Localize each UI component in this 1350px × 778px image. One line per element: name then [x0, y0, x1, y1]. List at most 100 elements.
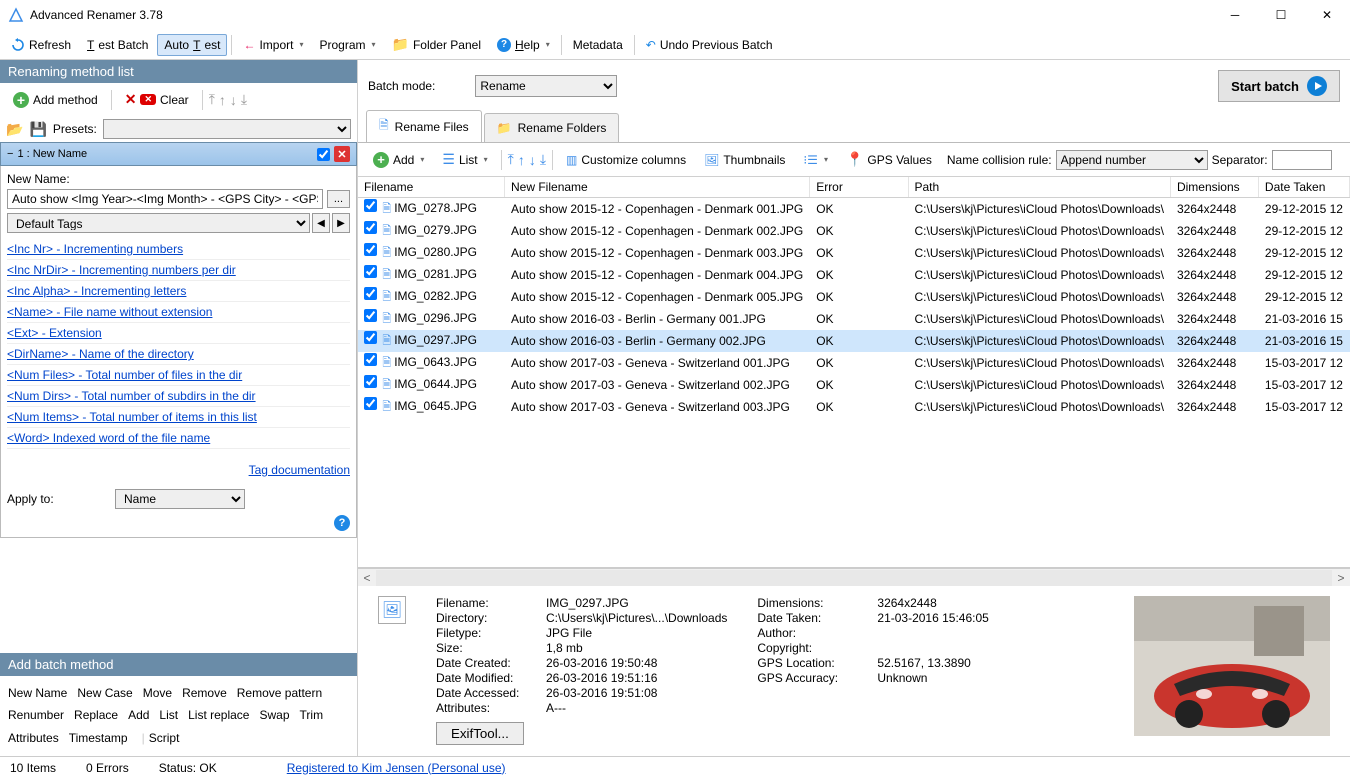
table-row[interactable]: 🗎IMG_0296.JPGAuto show 2016-03 - Berlin … [358, 308, 1350, 330]
batch-method-swap[interactable]: Swap [259, 708, 289, 722]
row-checkbox[interactable] [364, 265, 377, 278]
table-row[interactable]: 🗎IMG_0281.JPGAuto show 2015-12 - Copenha… [358, 264, 1350, 286]
row-checkbox[interactable] [364, 375, 377, 388]
table-row[interactable]: 🗎IMG_0297.JPGAuto show 2016-03 - Berlin … [358, 330, 1350, 352]
new-name-input[interactable] [7, 189, 323, 209]
tag-link[interactable]: <Name> - File name without extension [7, 302, 350, 323]
tag-link[interactable]: <Num Items> - Total number of items in t… [7, 407, 350, 428]
refresh-button[interactable]: Refresh [4, 34, 78, 56]
preset-select[interactable] [103, 119, 351, 139]
table-row[interactable]: 🗎IMG_0278.JPGAuto show 2015-12 - Copenha… [358, 198, 1350, 221]
tag-prev-button[interactable]: ◀ [312, 213, 330, 233]
list-button[interactable]: ☰List▾ [435, 147, 494, 172]
ncr-select[interactable]: Append number [1056, 150, 1208, 170]
start-batch-button[interactable]: Start batch [1218, 70, 1340, 102]
row-checkbox[interactable] [364, 243, 377, 256]
batch-method-renumber[interactable]: Renumber [8, 708, 64, 722]
tag-link[interactable]: <Num Files> - Total number of files in t… [7, 365, 350, 386]
batch-method-new-case[interactable]: New Case [77, 686, 132, 700]
row-checkbox[interactable] [364, 199, 377, 212]
batch-method-add[interactable]: Add [128, 708, 149, 722]
auto-test-button[interactable]: Auto Test [157, 34, 227, 56]
add-method-button[interactable]: +Add method [6, 88, 105, 112]
help-button[interactable]: ?Help▾ [490, 34, 557, 56]
separator-input[interactable] [1272, 150, 1332, 170]
collapse-icon[interactable]: − [7, 148, 13, 160]
gps-values-button[interactable]: 📍GPS Values [839, 147, 939, 172]
add-files-button[interactable]: +Add▾ [366, 148, 431, 172]
table-row[interactable]: 🗎IMG_0280.JPGAuto show 2015-12 - Copenha… [358, 242, 1350, 264]
column-header[interactable]: Date Taken [1258, 177, 1349, 198]
row-checkbox[interactable] [364, 397, 377, 410]
batch-method-timestamp[interactable]: Timestamp [69, 731, 128, 745]
horizontal-scrollbar[interactable]: <> [358, 568, 1350, 586]
column-header[interactable]: Filename [358, 177, 505, 198]
test-batch-button[interactable]: Test Batch [80, 34, 155, 56]
tag-link[interactable]: <Num Dirs> - Total number of subdirs in … [7, 386, 350, 407]
move-bottom-button[interactable]: ⤓ [241, 91, 247, 108]
close-button[interactable]: ✕ [1304, 0, 1350, 30]
row-checkbox[interactable] [364, 353, 377, 366]
table-row[interactable]: 🗎IMG_0645.JPGAuto show 2017-03 - Geneva … [358, 396, 1350, 418]
move-top-button[interactable]: ⤒ [209, 91, 215, 108]
table-row[interactable]: 🗎IMG_0644.JPGAuto show 2017-03 - Geneva … [358, 374, 1350, 396]
column-header[interactable]: Path [908, 177, 1170, 198]
exiftool-button[interactable]: ExifTool... [436, 722, 524, 745]
batch-method-remove-pattern[interactable]: Remove pattern [237, 686, 322, 700]
tag-link[interactable]: <DirName> - Name of the directory [7, 344, 350, 365]
apply-to-select[interactable]: Name [115, 489, 245, 509]
batch-method-replace[interactable]: Replace [74, 708, 118, 722]
tag-link[interactable]: <Inc Alpha> - Incrementing letters [7, 281, 350, 302]
tag-link[interactable]: <Inc Nr> - Incrementing numbers [7, 239, 350, 260]
table-row[interactable]: 🗎IMG_0643.JPGAuto show 2017-03 - Geneva … [358, 352, 1350, 374]
batch-method-list[interactable]: List [159, 708, 178, 722]
batch-method-remove[interactable]: Remove [182, 686, 227, 700]
move-down-button[interactable]: ↓ [230, 92, 237, 108]
settings-button[interactable]: ⁝☰▾ [796, 149, 835, 171]
batch-method-attributes[interactable]: Attributes [8, 731, 59, 745]
customize-columns-button[interactable]: ▥Customize columns [559, 149, 693, 171]
minimize-button[interactable]: ─ [1212, 0, 1258, 30]
method-help-button[interactable]: ? [334, 515, 350, 531]
column-header[interactable]: Error [810, 177, 908, 198]
tag-link[interactable]: <Inc NrDir> - Incrementing numbers per d… [7, 260, 350, 281]
method-enable-checkbox[interactable] [317, 148, 330, 161]
column-header[interactable]: New Filename [505, 177, 810, 198]
tag-category-select[interactable]: Default Tags [7, 213, 310, 233]
clear-methods-button[interactable]: ✕✕Clear [118, 87, 196, 112]
new-name-browse-button[interactable]: ... [327, 190, 350, 208]
method-header[interactable]: − 1 : New Name ✕ [0, 142, 357, 166]
batch-method-script[interactable]: Script [149, 731, 180, 745]
metadata-button[interactable]: Metadata [566, 34, 630, 56]
batch-method-list-replace[interactable]: List replace [188, 708, 249, 722]
tag-next-button[interactable]: ▶ [332, 213, 350, 233]
batch-method-trim[interactable]: Trim [300, 708, 324, 722]
batch-method-move[interactable]: Move [143, 686, 172, 700]
undo-button[interactable]: ↶Undo Previous Batch [639, 34, 780, 56]
maximize-button[interactable]: ☐ [1258, 0, 1304, 30]
move-bottom-icon[interactable]: ⤓ [540, 151, 546, 168]
method-close-button[interactable]: ✕ [334, 146, 350, 162]
tab-rename-files[interactable]: 🗎Rename Files [366, 110, 482, 142]
import-button[interactable]: ←Import▾ [236, 34, 310, 56]
row-checkbox[interactable] [364, 331, 377, 344]
table-row[interactable]: 🗎IMG_0279.JPGAuto show 2015-12 - Copenha… [358, 220, 1350, 242]
open-preset-button[interactable]: 📂 [6, 121, 23, 138]
batch-method-new-name[interactable]: New Name [8, 686, 67, 700]
tag-documentation-link[interactable]: Tag documentation [249, 460, 350, 480]
row-checkbox[interactable] [364, 309, 377, 322]
tag-link[interactable]: <Word> Indexed word of the file name [7, 428, 350, 449]
table-row[interactable]: 🗎IMG_0282.JPGAuto show 2015-12 - Copenha… [358, 286, 1350, 308]
row-checkbox[interactable] [364, 287, 377, 300]
tag-link[interactable]: <Ext> - Extension [7, 323, 350, 344]
move-top-icon[interactable]: ⤒ [508, 151, 514, 168]
column-header[interactable]: Dimensions [1170, 177, 1258, 198]
file-grid[interactable]: FilenameNew FilenameErrorPathDimensionsD… [358, 177, 1350, 568]
registration-link[interactable]: Registered to Kim Jensen (Personal use) [287, 761, 506, 775]
tab-rename-folders[interactable]: 📁Rename Folders [484, 113, 620, 142]
move-up-icon[interactable]: ↑ [518, 152, 525, 168]
folder-panel-button[interactable]: 📁Folder Panel [385, 32, 488, 57]
move-down-icon[interactable]: ↓ [529, 152, 536, 168]
move-up-button[interactable]: ↑ [219, 92, 226, 108]
batch-mode-select[interactable]: Rename [475, 75, 617, 97]
